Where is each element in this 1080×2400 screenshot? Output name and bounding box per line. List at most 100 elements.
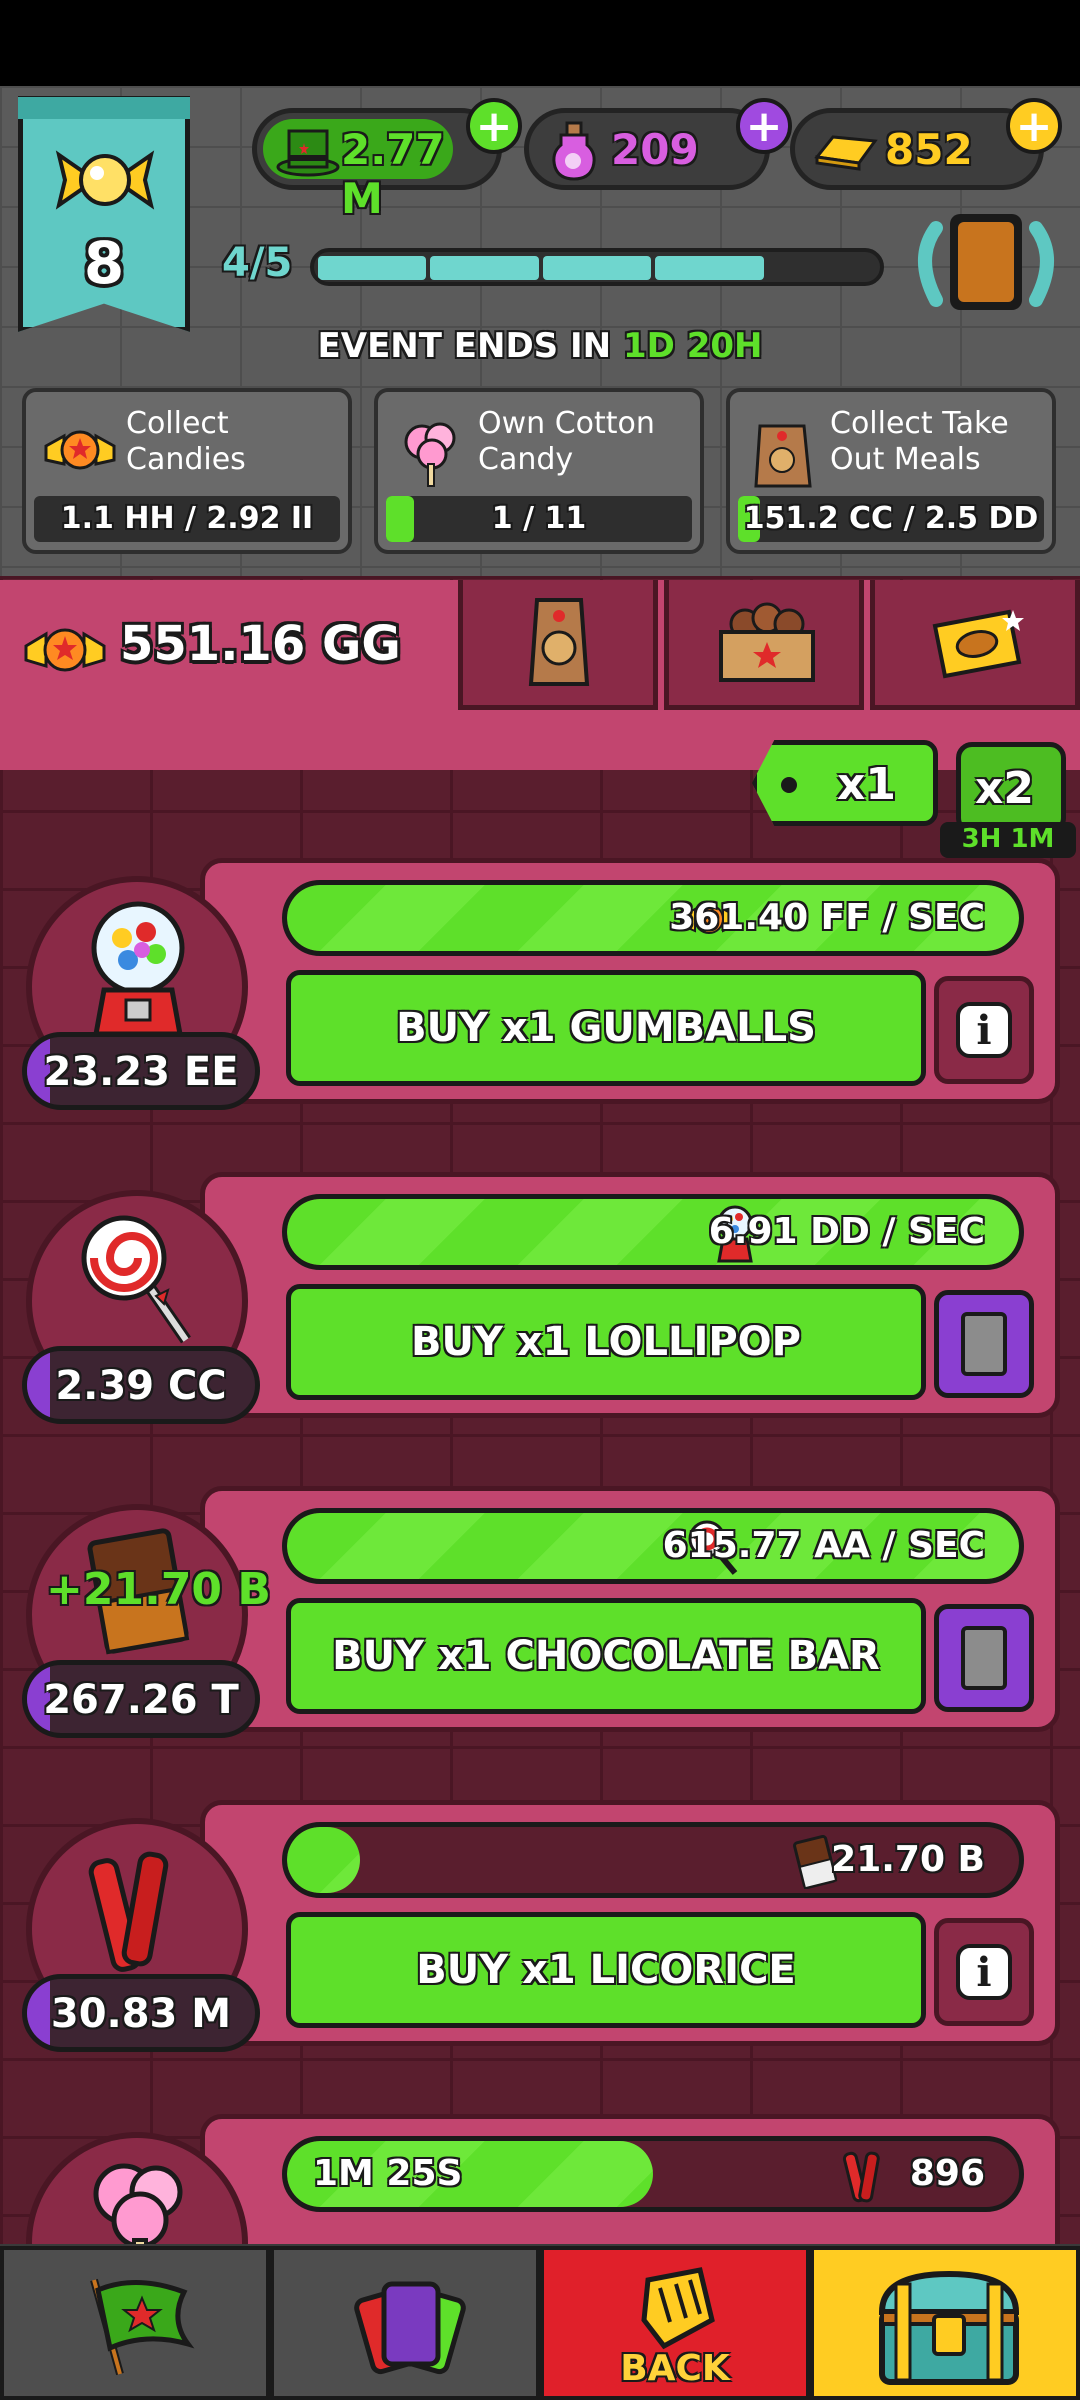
task-progress-text: 1 / 11 (491, 501, 587, 536)
gold-bar-icon (814, 135, 878, 171)
level-banner[interactable]: 8 (18, 96, 190, 332)
production-rate: 615.77 AA / SEC (662, 1525, 985, 1566)
production-rate: 6.91 DD / SEC (708, 1211, 985, 1252)
buy-chocolate-bar-button[interactable]: BUY x1 CHOCOLATE BAR (286, 1598, 926, 1714)
production-bar: 615.77 AA / SEC (282, 1508, 1024, 1584)
cards-icon (354, 2281, 466, 2375)
fist-icon (641, 2267, 715, 2350)
multiplier-x1-button[interactable]: x1 (752, 740, 938, 826)
event-task-own-cotton-candy[interactable]: Own Cotton Candy 1 / 11 (374, 388, 704, 554)
hat-icon (276, 129, 340, 177)
production-bar: 6.91 DD / SEC (282, 1194, 1024, 1270)
tab-take-out[interactable] (458, 580, 658, 710)
nav-flag-button[interactable] (0, 2246, 270, 2400)
chocolate-bar-card-button[interactable] (934, 1604, 1034, 1712)
producer-row-gumballs: 23.23 EE 361.40 FF / SEC BUY x1 GUMBALLS… (0, 858, 1080, 1158)
task-progress-text: 151.2 CC / 2.5 DD (743, 501, 1039, 536)
level-progress-text: 4/5 (222, 240, 293, 286)
level-number: 8 (83, 229, 125, 297)
cost-value: 30.83 M (50, 1991, 232, 2037)
event-title-prefix: EVENT ENDS IN (317, 326, 623, 366)
add-gold-button[interactable]: + (1006, 98, 1062, 154)
info-icon: i (956, 1002, 1012, 1058)
buy-licorice-button[interactable]: BUY x1 LICORICE (286, 1912, 926, 2028)
card-icon (961, 1312, 1007, 1376)
task-label: Collect Candies (126, 406, 246, 477)
production-rate: 361.40 FF / SEC (669, 897, 985, 938)
lollipop-card-button[interactable] (934, 1290, 1034, 1398)
status-bar (0, 0, 1080, 86)
production-bar: 21.70 B (282, 1822, 1024, 1898)
candy-icon (24, 628, 106, 672)
cost-value: 267.26 T (43, 1677, 239, 1723)
production-bar: 1M 25S 896 (282, 2136, 1024, 2212)
multiplier-x2-boost-button[interactable]: x2 (956, 742, 1066, 834)
producer-cost: 267.26 T (22, 1660, 260, 1738)
gumball-machine-icon (91, 901, 185, 1037)
event-hours: 20H (686, 326, 763, 366)
level-progress-bar (310, 248, 884, 286)
event-task-collect-take-out-meals[interactable]: Collect Take Out Meals 151.2 CC / 2.5 DD (726, 388, 1056, 554)
production-bar: 361.40 FF / SEC (282, 880, 1024, 956)
producer-cost: 30.83 M (22, 1974, 260, 2052)
tab-ticket[interactable] (870, 580, 1080, 710)
production-rate: 896 (909, 2153, 985, 2194)
banner-roll (18, 97, 190, 119)
add-potion-button[interactable]: + (736, 98, 792, 154)
level-progress-segment (655, 256, 764, 280)
production-fill (287, 1827, 361, 1893)
ticket-icon (932, 609, 1024, 679)
gold-value: 852 (885, 125, 973, 174)
cotton-candy-icon (404, 422, 456, 487)
potion-pill: 209 (524, 108, 770, 190)
potion-value: 209 (611, 125, 699, 174)
boost-timer: 3H 1M (940, 822, 1076, 858)
card-icon (961, 1626, 1007, 1690)
producer-row-licorice: 30.83 M 21.70 B BUY x1 LICORICE i (0, 1800, 1080, 2100)
add-cash-button[interactable]: + (466, 98, 522, 154)
paper-bag-icon (754, 424, 812, 488)
event-timer: EVENT ENDS IN 1D 20H (0, 326, 1080, 366)
production-rate: 21.70 B (831, 1839, 985, 1880)
task-label: Collect Take Out Meals (830, 406, 1009, 477)
tag-hole (781, 777, 797, 793)
task-progress-text: 1.1 HH / 2.92 II (60, 501, 314, 536)
card-collection-button[interactable] (906, 208, 1066, 318)
event-task-collect-candies[interactable]: Collect Candies 1.1 HH / 2.92 II (22, 388, 352, 554)
nav-back-label: BACK (620, 2348, 730, 2389)
candy-icon (55, 150, 155, 210)
nav-chest-button[interactable] (810, 2246, 1080, 2400)
lollipop-icon (81, 1215, 191, 1344)
info-icon: i (956, 1944, 1012, 2000)
producer-cost: 2.39 CC (22, 1346, 260, 1424)
producer-row-lollipop: 2.39 CC 6.91 DD / SEC BUY x1 LOLLIPOP (0, 1172, 1080, 1472)
licorice-icon (88, 1851, 169, 1972)
task-label: Own Cotton Candy (478, 406, 655, 477)
laurel-icon (918, 214, 1054, 310)
cost-value: 23.23 EE (43, 1049, 239, 1095)
cash-pill: 2.77 M (252, 108, 502, 223)
candy-icon (44, 430, 116, 470)
crate-icon (719, 602, 815, 682)
gumballs-info-button[interactable]: i (934, 976, 1034, 1084)
tab-crate[interactable] (664, 580, 864, 710)
producer-cost: 23.23 EE (22, 1032, 260, 1110)
producer-row-chocolate-bar: +21.70 B 267.26 T 615.77 AA / SEC BUY x1… (0, 1486, 1080, 1786)
nav-cards-button[interactable] (270, 2246, 540, 2400)
level-progress-segment (542, 256, 652, 280)
event-days: 1D (622, 326, 675, 366)
potion-icon (552, 121, 596, 181)
paper-bag-icon (528, 598, 590, 686)
treasure-chest-icon (878, 2270, 1020, 2385)
licorice-info-button[interactable]: i (934, 1918, 1034, 2026)
multiplier-x2-label: x2 (975, 763, 1034, 814)
multiplier-x1-label: x1 (837, 759, 896, 810)
float-gain-text: +21.70 B (46, 1564, 271, 1615)
cost-value: 2.39 CC (55, 1363, 227, 1409)
level-progress-segment (430, 256, 539, 280)
level-progress-segment (318, 256, 427, 280)
buy-gumballs-button[interactable]: BUY x1 GUMBALLS (286, 970, 926, 1086)
flag-icon (90, 2278, 195, 2376)
buy-lollipop-button[interactable]: BUY x1 LOLLIPOP (286, 1284, 926, 1400)
candy-total: 551.16 GG (120, 616, 401, 672)
